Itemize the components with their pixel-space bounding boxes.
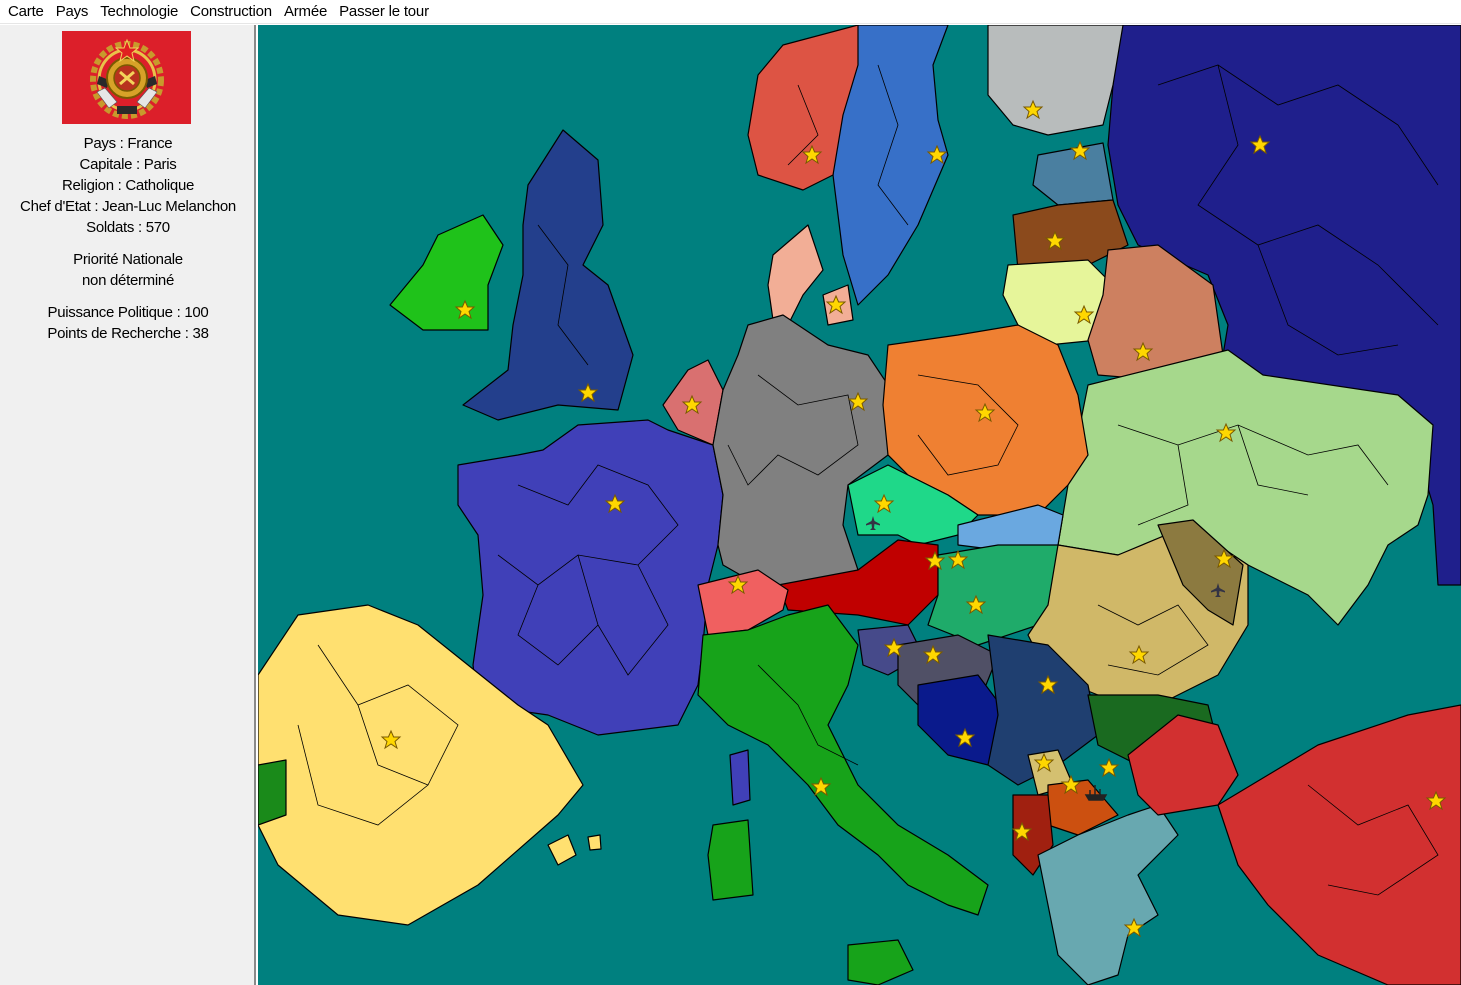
europe-map[interactable] (258, 25, 1461, 985)
region-portugal[interactable] (258, 759, 287, 826)
region-turkey[interactable] (1217, 704, 1461, 985)
emblem-icon (89, 38, 164, 119)
menu-construction[interactable]: Construction (186, 3, 280, 20)
region-finland[interactable] (987, 25, 1124, 136)
country-capital: Capitale : Paris (79, 156, 177, 173)
research-points: Points de Recherche : 38 (47, 325, 209, 342)
region-balearic[interactable] (547, 834, 577, 866)
region-denmark[interactable] (767, 224, 824, 326)
country-flag (62, 31, 191, 124)
menu-passer-le-tour[interactable]: Passer le tour (335, 3, 437, 20)
menu-bar: Carte Pays Technologie Construction Armé… (0, 0, 1461, 24)
national-priority-title: Priorité Nationale (73, 251, 183, 268)
menu-armee[interactable]: Armée (280, 3, 335, 20)
region-greece[interactable] (1037, 804, 1179, 985)
region-ireland[interactable] (389, 214, 504, 331)
region-sicily[interactable] (847, 939, 914, 985)
soldiers-count: Soldats : 570 (86, 219, 170, 236)
country-religion: Religion : Catholique (61, 177, 195, 194)
menu-pays[interactable]: Pays (52, 3, 97, 20)
star-icon (1098, 757, 1120, 778)
region-estonia[interactable] (1032, 142, 1114, 206)
map-canvas[interactable] (258, 25, 1461, 985)
country-name: Pays : France (83, 135, 173, 152)
region-corsica[interactable] (729, 749, 751, 806)
country-info: Pays : France Capitale : Paris Religion … (0, 133, 256, 344)
region-sardinia[interactable] (707, 819, 754, 901)
region-france[interactable] (457, 419, 724, 736)
political-power: Puissance Politique : 100 (47, 304, 209, 321)
region-germany[interactable] (712, 314, 889, 586)
national-priority-value: non déterminé (82, 272, 174, 289)
menu-carte[interactable]: Carte (4, 3, 52, 20)
country-panel: Pays : France Capitale : Paris Religion … (0, 25, 256, 985)
head-of-state: Chef d'Etat : Jean-Luc Melanchon (20, 198, 236, 215)
menu-technologie[interactable]: Technologie (96, 3, 186, 20)
region-balearic-2[interactable] (587, 834, 602, 851)
